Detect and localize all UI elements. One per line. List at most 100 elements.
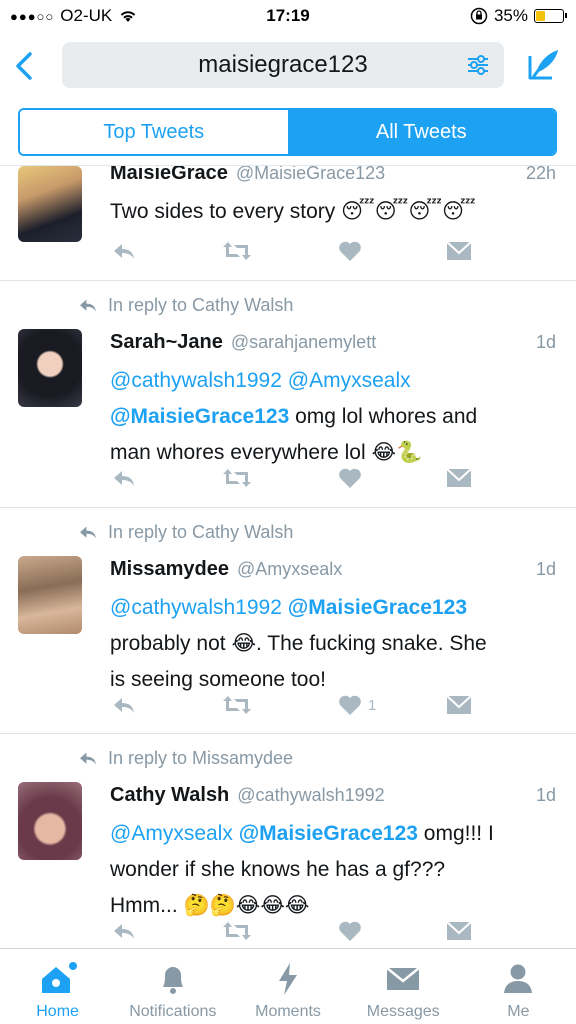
tweet-text: @cathywalsh1992 @Amyxsealx @MaisieGrace1…	[110, 363, 556, 471]
mention-link[interactable]: @MaisieGrace123	[239, 822, 418, 845]
tweet-actions	[112, 240, 472, 264]
mention-link[interactable]: @Amyxsealx	[288, 369, 411, 392]
tweet-text-content: wonder if she knows he has a gf???	[110, 858, 446, 881]
tweet[interactable]: In reply to Cathy Walsh Sarah~Jane @sara…	[0, 281, 576, 508]
tab-label: Home	[36, 1003, 79, 1020]
bottom-tab-bar: Home Notifications Moments Messages Me	[0, 948, 576, 1024]
tweet-emoji: 🤔🤔😂😂😂	[183, 894, 310, 917]
display-name[interactable]: MaisieGrace	[110, 166, 228, 185]
direct-message-icon[interactable]	[446, 920, 472, 942]
user-handle[interactable]: @sarahjanemylett	[231, 332, 376, 353]
display-name[interactable]: Missamydee	[110, 558, 229, 581]
tab-label: Me	[507, 1003, 530, 1020]
tweet-time: 22h	[525, 165, 556, 183]
tweet-time: 1d	[535, 559, 556, 579]
tweet-feed[interactable]: MaisieGrace @MaisieGrace123 22h Two side…	[0, 165, 576, 948]
tweet-header: Sarah~Jane @sarahjanemylett 1d	[110, 331, 556, 354]
tweet-emoji: 😴😴😴😴	[341, 200, 476, 223]
direct-message-icon[interactable]	[446, 694, 472, 716]
reply-arrow-icon	[80, 299, 96, 312]
tweet-text: @Amyxsealx @MaisieGrace123 omg!!! I wond…	[110, 816, 556, 924]
tweet-text-content: omg lol whores and	[289, 405, 478, 428]
tab-moments[interactable]: Moments	[230, 949, 345, 1024]
tweet-emoji: 😂	[231, 632, 256, 655]
tweet-header: MaisieGrace @MaisieGrace123 22h	[110, 165, 556, 185]
user-handle[interactable]: @cathywalsh1992	[237, 785, 384, 806]
mention-link[interactable]: @cathywalsh1992	[110, 369, 282, 392]
compose-tweet-icon[interactable]	[526, 46, 562, 82]
envelope-icon	[386, 967, 420, 990]
tweet-text: @cathywalsh1992 @MaisieGrace123 probably…	[110, 590, 556, 698]
segment-top-tweets[interactable]: Top Tweets	[20, 110, 288, 154]
person-icon	[504, 964, 533, 993]
mention-link[interactable]: @MaisieGrace123	[288, 596, 467, 619]
avatar[interactable]	[18, 329, 82, 407]
home-icon	[41, 962, 77, 993]
reply-context[interactable]: In reply to Cathy Walsh	[78, 295, 293, 316]
retweet-icon[interactable]	[222, 467, 252, 489]
direct-message-icon[interactable]	[446, 240, 472, 262]
display-name[interactable]: Cathy Walsh	[110, 784, 229, 807]
reply-icon[interactable]	[112, 240, 136, 262]
lightning-icon	[279, 963, 297, 995]
tab-messages[interactable]: Messages	[346, 949, 461, 1024]
tweet-text-content: man whores everywhere lol	[110, 441, 366, 464]
reply-icon[interactable]	[112, 694, 136, 716]
filter-sliders-icon[interactable]	[466, 54, 490, 76]
battery-percent: 35%	[493, 6, 528, 25]
reply-icon[interactable]	[112, 467, 136, 489]
mention-link[interactable]: @MaisieGrace123	[110, 405, 289, 428]
retweet-icon[interactable]	[222, 240, 252, 262]
back-chevron-icon[interactable]	[10, 48, 38, 84]
tweet-text-content: is seeing someone too!	[110, 668, 326, 691]
orientation-lock-icon	[470, 7, 488, 25]
tweet-text-content: . The fucking snake. She	[255, 632, 487, 655]
tweet-text-content: Two sides to every story	[110, 200, 336, 223]
tweet-actions: 1	[112, 694, 472, 718]
like-heart-icon[interactable]	[338, 240, 362, 262]
direct-message-icon[interactable]	[446, 467, 472, 489]
tab-label: Messages	[366, 1003, 440, 1020]
tweet-text-content: probably not	[110, 632, 226, 655]
user-handle[interactable]: @MaisieGrace123	[236, 166, 385, 184]
display-name[interactable]: Sarah~Jane	[110, 331, 223, 354]
tab-me[interactable]: Me	[461, 949, 576, 1024]
tweet[interactable]: In reply to Cathy Walsh Missamydee @Amyx…	[0, 508, 576, 734]
tweet-header: Cathy Walsh @cathywalsh1992 1d	[110, 784, 556, 807]
segment-all-tweets[interactable]: All Tweets	[287, 110, 555, 154]
reply-arrow-icon	[80, 752, 96, 765]
tweet-text-content: Hmm...	[110, 894, 178, 917]
search-input[interactable]: maisiegrace123	[62, 42, 504, 88]
tab-label: Moments	[255, 1003, 321, 1020]
reply-context[interactable]: In reply to Cathy Walsh	[78, 522, 293, 543]
reply-context[interactable]: In reply to Missamydee	[78, 748, 293, 769]
mention-link[interactable]: @cathywalsh1992	[110, 596, 282, 619]
tweet[interactable]: In reply to Missamydee Cathy Walsh @cath…	[0, 734, 576, 948]
search-query: maisiegrace123	[198, 51, 368, 78]
retweet-icon[interactable]	[222, 920, 252, 942]
like-button[interactable]: 1	[338, 694, 376, 716]
status-right: 35%	[470, 6, 567, 26]
reply-to-label: In reply to Cathy Walsh	[108, 522, 294, 542]
tweet-time: 1d	[535, 785, 556, 805]
avatar[interactable]	[18, 556, 82, 634]
reply-icon[interactable]	[112, 920, 136, 942]
tab-label: Notifications	[129, 1003, 217, 1020]
mention-link[interactable]: @Amyxsealx	[110, 822, 233, 845]
bell-icon	[162, 967, 183, 994]
battery-icon	[534, 9, 567, 23]
like-heart-icon[interactable]	[338, 467, 362, 489]
search-header: maisiegrace123	[0, 38, 576, 94]
retweet-icon[interactable]	[222, 694, 252, 716]
like-heart-icon[interactable]	[338, 920, 362, 942]
tab-home[interactable]: Home	[0, 949, 115, 1024]
tab-notifications[interactable]: Notifications	[115, 949, 230, 1024]
reply-arrow-icon	[80, 526, 96, 539]
tweet-filter-segment: Top Tweets All Tweets	[18, 108, 557, 156]
tweet[interactable]: MaisieGrace @MaisieGrace123 22h Two side…	[0, 165, 576, 281]
avatar[interactable]	[18, 782, 82, 860]
avatar[interactable]	[18, 166, 82, 242]
tweet-header: Missamydee @Amyxsealx 1d	[110, 558, 556, 581]
tweet-actions	[112, 467, 472, 491]
user-handle[interactable]: @Amyxsealx	[237, 559, 342, 580]
